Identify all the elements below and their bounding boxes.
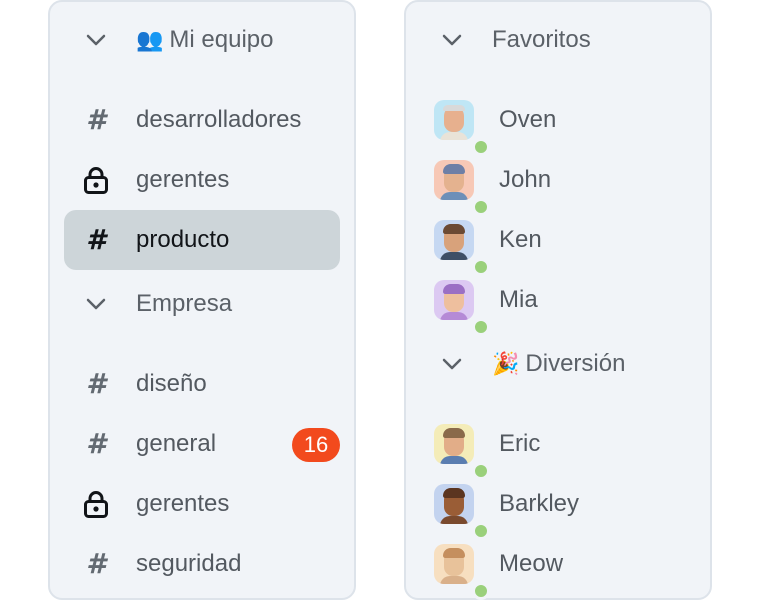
person-name: Meow	[499, 550, 564, 577]
channels-panel: 👥 Mi equipo # desarrolladores gerentes #…	[48, 0, 356, 600]
person-name: Eric	[499, 430, 541, 457]
channel-item-desarrolladores[interactable]: # desarrolladores	[64, 90, 340, 150]
section-title: Favoritos	[492, 26, 591, 54]
chevron-down-icon	[442, 358, 462, 370]
avatar	[434, 160, 490, 216]
person-name: Mia	[499, 286, 538, 313]
channel-label: gerentes	[136, 166, 230, 193]
person-name: John	[499, 166, 552, 193]
channel-item-seguridad[interactable]: # seguridad	[64, 534, 340, 594]
section-header-favoritos[interactable]: Favoritos	[420, 10, 696, 70]
channel-label: general	[136, 430, 217, 457]
hash-icon: #	[86, 367, 106, 400]
lock-icon	[82, 166, 110, 194]
hash-icon: #	[86, 427, 106, 460]
channel-item-producto[interactable]: # producto	[64, 210, 340, 270]
channel-label: desarrolladores	[136, 106, 302, 133]
lock-icon	[82, 490, 110, 518]
person-name: Oven	[499, 106, 557, 133]
people-emoji-icon: 👥	[136, 27, 164, 52]
section-header-diversion[interactable]: 🎉 Diversión	[420, 334, 696, 394]
channel-label: diseño	[136, 370, 207, 397]
avatar	[434, 424, 490, 480]
person-item-mia[interactable]: Mia	[420, 270, 696, 336]
section-title-text: Diversión	[525, 350, 626, 377]
section-title-text: Mi equipo	[169, 26, 274, 53]
chevron-down-icon	[86, 298, 106, 310]
channel-item-gerentes[interactable]: gerentes	[64, 150, 340, 210]
person-item-meow[interactable]: Meow	[420, 534, 696, 600]
channel-item-general[interactable]: # general 16	[64, 414, 340, 474]
section-title: 👥 Mi equipo	[136, 26, 273, 54]
unread-count-badge: 16	[292, 428, 340, 462]
people-panel: Favoritos Oven John Ken Mia 🎉 Diversión …	[404, 0, 712, 600]
channel-label: producto	[136, 226, 230, 253]
hash-icon: #	[86, 103, 106, 136]
channel-item-gerentes-empresa[interactable]: gerentes	[64, 474, 340, 534]
person-item-barkley[interactable]: Barkley	[420, 474, 696, 540]
chevron-down-icon	[442, 34, 462, 46]
channel-label: gerentes	[136, 490, 230, 517]
section-header-mi-equipo[interactable]: 👥 Mi equipo	[64, 10, 340, 70]
avatar	[434, 220, 490, 276]
section-title-text: Empresa	[136, 290, 233, 317]
person-name: Ken	[499, 226, 542, 253]
avatar	[434, 544, 490, 600]
person-name: Barkley	[499, 490, 580, 517]
section-title-text: Favoritos	[492, 26, 591, 53]
person-item-john[interactable]: John	[420, 150, 696, 216]
channel-label: seguridad	[136, 550, 242, 577]
avatar	[434, 100, 490, 156]
section-title: Empresa	[136, 290, 232, 318]
chevron-down-icon	[86, 34, 106, 46]
person-item-oven[interactable]: Oven	[420, 90, 696, 156]
hash-icon: #	[86, 547, 106, 580]
channel-item-diseno[interactable]: # diseño	[64, 354, 340, 414]
person-item-eric[interactable]: Eric	[420, 414, 696, 480]
online-status-dot	[472, 582, 490, 600]
section-header-empresa[interactable]: Empresa	[64, 274, 340, 334]
avatar	[434, 484, 490, 540]
hash-icon: #	[86, 223, 106, 256]
avatar	[434, 280, 490, 336]
person-item-ken[interactable]: Ken	[420, 210, 696, 276]
section-title: 🎉 Diversión	[492, 350, 625, 378]
party-popper-icon: 🎉	[492, 351, 520, 376]
